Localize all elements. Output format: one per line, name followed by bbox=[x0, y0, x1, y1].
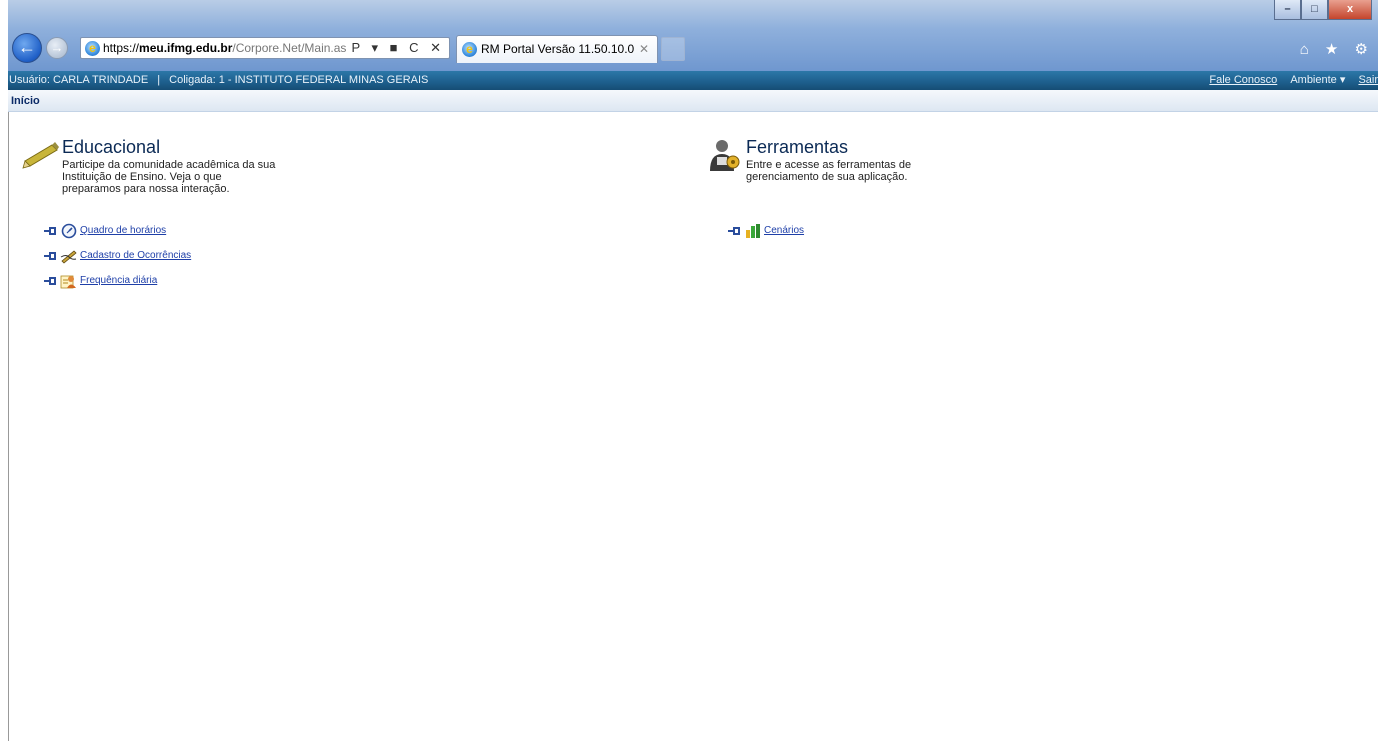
educacional-title: Educacional bbox=[62, 137, 161, 157]
attendance-icon bbox=[60, 275, 76, 289]
coligada-value: 1 - INSTITUTO FEDERAL MINAS GERAIS bbox=[218, 74, 429, 86]
maximize-button[interactable]: □ bbox=[1301, 0, 1328, 20]
breadcrumb: Início bbox=[8, 90, 1378, 112]
cadastro-ocorrencias-link[interactable]: Cadastro de Ocorrências bbox=[80, 250, 191, 261]
user-label: Usuário: bbox=[9, 74, 50, 86]
bar-chart-icon bbox=[746, 224, 760, 238]
frequencia-diaria-link[interactable]: Frequência diária bbox=[80, 275, 157, 286]
pin-icon bbox=[44, 277, 56, 285]
address-host: meu.ifmg.edu.br bbox=[139, 41, 233, 55]
userbar-actions: Fale Conosco Ambiente ▾ Sair bbox=[1199, 71, 1378, 90]
pin-icon bbox=[44, 252, 56, 260]
tab-title: RM Portal Versão 11.50.10.0 bbox=[481, 42, 635, 56]
breadcrumb-current[interactable]: Início bbox=[11, 95, 40, 107]
tools-person-icon bbox=[710, 140, 740, 171]
pen-icon bbox=[60, 250, 77, 264]
address-actions[interactable]: Ρ ▾ ■ C ✕ bbox=[347, 38, 445, 58]
address-bar[interactable]: e https://meu.ifmg.edu.br/Corpore.Net/Ma… bbox=[80, 37, 450, 59]
quadro-horarios-link[interactable]: Quadro de horários bbox=[80, 225, 166, 236]
new-tab-button[interactable] bbox=[661, 37, 685, 61]
browser-tab[interactable]: e RM Portal Versão 11.50.10.0 ✕ bbox=[456, 35, 658, 63]
tab-close-icon[interactable]: ✕ bbox=[639, 36, 649, 62]
fale-conosco-link[interactable]: Fale Conosco bbox=[1209, 74, 1277, 86]
forward-button[interactable]: → bbox=[46, 37, 68, 59]
coligada-label: Coligada: bbox=[169, 74, 216, 86]
user-bar: Usuário: CARLA TRINDADE | Coligada: 1 - … bbox=[8, 71, 1378, 90]
pencil-icon bbox=[22, 142, 59, 169]
address-scheme: https:// bbox=[103, 41, 140, 55]
ie-page-icon: e bbox=[85, 41, 100, 56]
ambiente-menu[interactable]: Ambiente ▾ bbox=[1290, 74, 1345, 86]
user-name: CARLA TRINDADE bbox=[53, 74, 149, 86]
close-window-button[interactable]: x bbox=[1328, 0, 1372, 20]
sair-link[interactable]: Sair bbox=[1358, 74, 1378, 86]
window-controls: – □ x bbox=[1274, 0, 1372, 20]
ferramentas-title: Ferramentas bbox=[746, 137, 849, 157]
tab-ie-icon: e bbox=[462, 42, 477, 57]
clock-icon bbox=[61, 223, 77, 239]
ferramentas-description: Entre e acesse as ferramentas de gerenci… bbox=[746, 159, 912, 183]
chrome-edge bbox=[0, 0, 8, 71]
back-button[interactable]: ← bbox=[12, 33, 42, 63]
cenarios-link[interactable]: Cenários bbox=[764, 225, 804, 236]
pin-icon bbox=[728, 227, 740, 235]
frame-left-border bbox=[8, 112, 9, 741]
browser-chrome: ← → e https://meu.ifmg.edu.br/Corpore.Ne… bbox=[0, 0, 1378, 71]
minimize-button[interactable]: – bbox=[1274, 0, 1301, 20]
userbar-separator: | bbox=[157, 74, 161, 86]
educacional-description: Participe da comunidade acadêmica da sua… bbox=[62, 159, 276, 195]
pin-icon bbox=[44, 227, 56, 235]
address-path: /Corpore.Net/Main.asp bbox=[232, 41, 354, 55]
home-favorites-tools-icons[interactable]: ⌂ ★ ⚙ bbox=[1300, 40, 1374, 58]
